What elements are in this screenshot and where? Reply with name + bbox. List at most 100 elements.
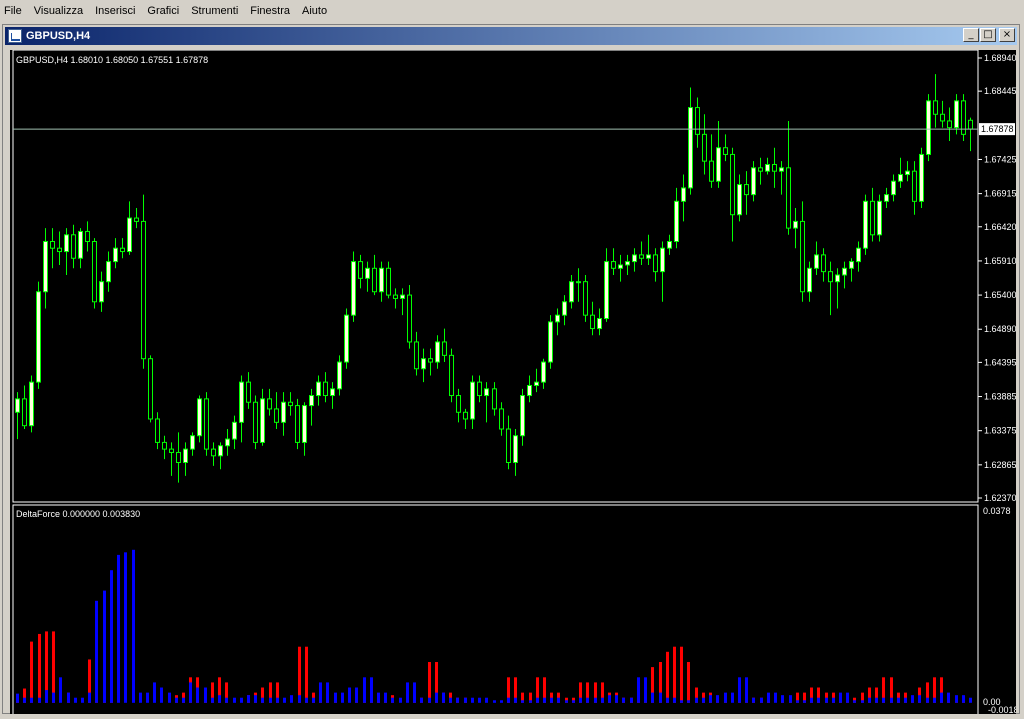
- candle-body: [562, 301, 567, 316]
- deltaforce-blue-bar: [442, 692, 445, 703]
- price-tick-label: 1.63885: [984, 392, 1016, 402]
- candle-body: [183, 448, 188, 464]
- candle-body: [968, 119, 973, 130]
- candle-body: [71, 234, 76, 259]
- candle-body: [807, 267, 812, 293]
- candle: [92, 238, 97, 309]
- candle: [323, 372, 328, 403]
- deltaforce-blue-bar: [290, 695, 293, 703]
- candle-body: [120, 247, 125, 253]
- candle-body: [43, 241, 48, 293]
- candle: [870, 187, 875, 242]
- title-bar[interactable]: GBPUSD,H4 _ □ ×: [5, 27, 1017, 45]
- menu-tools[interactable]: Strumenti: [185, 5, 244, 17]
- chart-svg[interactable]: 1.68940 1.68445 1.67425 1.66915 1.66420 1.659…: [10, 49, 1019, 719]
- candle-body: [330, 388, 335, 397]
- candle: [239, 375, 244, 443]
- deltaforce-blue-bar: [370, 677, 373, 703]
- candle: [407, 285, 412, 349]
- candle: [85, 221, 90, 252]
- deltaforce-blue-bar: [586, 697, 589, 703]
- candle-body: [856, 247, 861, 263]
- candle: [737, 174, 742, 222]
- deltaforce-blue-bar: [283, 697, 286, 703]
- candle: [155, 412, 160, 450]
- chart-area[interactable]: 1.68940 1.68445 1.67425 1.66915 1.66420 1.659…: [10, 49, 1019, 719]
- candle-body: [211, 448, 216, 457]
- candle-body: [604, 261, 609, 320]
- deltaforce-blue-bar: [196, 687, 199, 703]
- minimize-button[interactable]: _: [963, 28, 979, 42]
- candle-body: [695, 107, 700, 135]
- candle: [127, 201, 132, 255]
- candle: [653, 248, 658, 282]
- candle-body: [737, 184, 742, 216]
- deltaforce-bars-layer: [16, 549, 972, 703]
- candle-body: [162, 441, 167, 450]
- candle-body: [800, 220, 805, 293]
- candle-body: [625, 261, 630, 266]
- candle: [22, 385, 27, 430]
- candle: [267, 388, 272, 416]
- menu-view[interactable]: Visualizza: [28, 5, 89, 17]
- deltaforce-blue-bar: [146, 692, 149, 703]
- candle: [667, 234, 672, 255]
- deltaforce-blue-bar: [890, 697, 893, 703]
- candle: [744, 171, 749, 215]
- deltaforce-blue-bar: [30, 697, 33, 703]
- candle-body: [484, 388, 489, 397]
- deltaforce-red-bar: [666, 651, 669, 703]
- candle-body: [548, 321, 553, 363]
- candle-body: [786, 167, 791, 229]
- deltaforce-blue-bar: [81, 697, 84, 703]
- candle: [148, 355, 153, 423]
- menu-window[interactable]: Finestra: [244, 5, 296, 17]
- close-button[interactable]: ×: [999, 28, 1015, 42]
- candle: [765, 157, 770, 175]
- candle-body: [926, 100, 931, 155]
- candle: [204, 392, 209, 456]
- deltaforce-blue-bar: [796, 700, 799, 703]
- deltaforce-red-bar: [680, 646, 683, 703]
- deltaforce-blue-bar: [160, 687, 163, 703]
- deltaforce-blue-bar: [420, 697, 423, 703]
- candle: [302, 402, 307, 456]
- candle-body: [912, 170, 917, 202]
- indicator-plot-border: [12, 504, 979, 716]
- candle: [660, 241, 665, 302]
- deltaforce-blue-bar: [615, 695, 618, 703]
- candle: [43, 228, 48, 309]
- candle: [435, 335, 440, 369]
- menu-charts[interactable]: Grafici: [141, 5, 185, 17]
- menu-file[interactable]: File: [0, 5, 28, 17]
- candle-body: [428, 358, 433, 363]
- candle: [64, 228, 69, 275]
- candle-body: [492, 388, 497, 410]
- price-tick-label: 1.67425: [984, 154, 1016, 164]
- candle: [716, 120, 721, 188]
- candle-body: [513, 435, 518, 464]
- deltaforce-blue-bar: [67, 692, 70, 703]
- candle-body: [64, 234, 69, 253]
- candle-body: [113, 247, 118, 263]
- candle: [225, 429, 230, 456]
- menu-help[interactable]: Aiuto: [296, 5, 333, 17]
- candle: [484, 382, 489, 423]
- candle-body: [99, 281, 104, 303]
- candle: [197, 395, 202, 443]
- deltaforce-blue-bar: [550, 697, 553, 703]
- candle-body: [477, 381, 482, 397]
- candle-body: [218, 445, 223, 457]
- deltaforce-blue-bar: [59, 677, 62, 703]
- menu-insert[interactable]: Inserisci: [89, 5, 141, 17]
- candle: [365, 261, 370, 292]
- price-tick-label: 1.62370: [984, 493, 1016, 503]
- candle-body: [372, 267, 377, 293]
- maximize-button[interactable]: □: [980, 28, 996, 42]
- deltaforce-blue-bar: [875, 697, 878, 703]
- candle-body: [400, 294, 405, 299]
- candle-body: [499, 408, 504, 430]
- candle: [176, 432, 181, 483]
- candle: [898, 157, 903, 188]
- deltaforce-blue-bar: [312, 697, 315, 703]
